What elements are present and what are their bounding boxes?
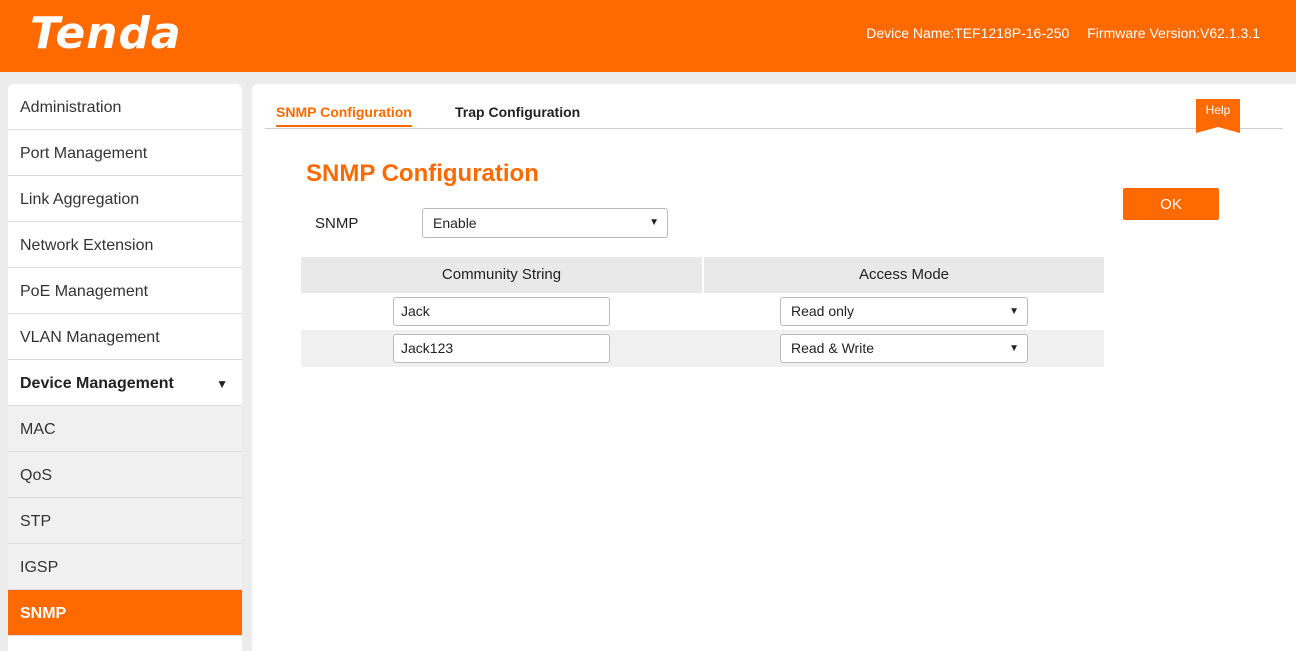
device-info: Device Name:TEF1218P-16-250 Firmware Ver…: [852, 25, 1260, 41]
sidebar-item-label: Device Management: [20, 375, 174, 392]
sidebar-item-snmp[interactable]: SNMP: [8, 590, 242, 636]
community-string-value: Jack: [401, 303, 430, 319]
sidebar-item-label: SNMP: [20, 605, 67, 622]
firmware-version: Firmware Version:V62.1.3.1: [1087, 25, 1260, 41]
tab-snmp-configuration[interactable]: SNMP Configuration: [276, 104, 412, 127]
column-header-access-mode: Access Mode: [858, 266, 950, 283]
community-string-input[interactable]: Jack123: [393, 334, 610, 363]
snmp-label: SNMP: [315, 215, 359, 232]
sidebar-item-network-extension[interactable]: Network Extension: [8, 222, 242, 268]
sidebar-item-label: IGSP: [20, 559, 59, 576]
chevron-down-icon: ▼: [649, 217, 659, 228]
table-header-row: Community String Access Mode: [301, 257, 1104, 293]
sidebar-item-label: Administration: [20, 99, 122, 116]
sidebar-item-label: VLAN Management: [20, 329, 160, 346]
sidebar-item-administration[interactable]: Administration: [8, 84, 242, 130]
section-title: SNMP Configuration: [306, 160, 539, 187]
snmp-select[interactable]: Enable ▼: [422, 208, 668, 238]
community-table: Community String Access Mode Jack Read o…: [301, 257, 1104, 367]
tab-trap-configuration[interactable]: Trap Configuration: [455, 104, 580, 125]
sidebar-item-poe-management[interactable]: PoE Management: [8, 268, 242, 314]
sidebar-item-label: QoS: [20, 467, 53, 484]
sidebar-item-label: MAC: [20, 421, 56, 438]
sidebar-item-device-management[interactable]: Device Management ▼: [8, 360, 242, 406]
sidebar-item-link-aggregation[interactable]: Link Aggregation: [8, 176, 242, 222]
sidebar-item-stp[interactable]: STP: [8, 498, 242, 544]
sidebar-item-label: Network Extension: [20, 237, 154, 254]
triangle-down-icon: ▼: [216, 377, 228, 391]
snmp-select-value: Enable: [433, 215, 477, 231]
sidebar-item-label: STP: [20, 513, 52, 530]
chevron-down-icon: ▼: [1009, 343, 1019, 354]
tenda-logo: Tenda: [30, 8, 182, 59]
device-name: Device Name:TEF1218P-16-250: [866, 25, 1070, 41]
community-string-input[interactable]: Jack: [393, 297, 610, 326]
sidebar-item-port-management[interactable]: Port Management: [8, 130, 242, 176]
ok-button[interactable]: OK: [1123, 188, 1219, 220]
sidebar-item-vlan-management[interactable]: VLAN Management: [8, 314, 242, 360]
sidebar: Administration Port Management Link Aggr…: [8, 84, 242, 651]
community-string-value: Jack123: [401, 340, 454, 356]
help-button[interactable]: Help: [1196, 99, 1240, 133]
help-label: Help: [1205, 103, 1231, 117]
sidebar-item-mac[interactable]: MAC: [8, 406, 242, 452]
access-mode-select[interactable]: Read only ▼: [780, 297, 1028, 326]
sidebar-item-label: Port Management: [20, 145, 148, 162]
access-mode-value: Read only: [791, 303, 855, 319]
sidebar-item-igsp[interactable]: IGSP: [8, 544, 242, 590]
main-panel: SNMP Configuration Trap Configuration He…: [252, 84, 1296, 651]
table-row: Jack Read only ▼: [301, 293, 1104, 330]
sidebar-item-qos[interactable]: QoS: [8, 452, 242, 498]
access-mode-select[interactable]: Read & Write ▼: [780, 334, 1028, 363]
header-bar: Tenda Device Name:TEF1218P-16-250 Firmwa…: [0, 0, 1296, 72]
table-row: Jack123 Read & Write ▼: [301, 330, 1104, 367]
access-mode-value: Read & Write: [791, 340, 874, 356]
sidebar-item-label: PoE Management: [20, 283, 149, 300]
column-header-community-string: Community String: [441, 266, 562, 283]
tab-bar: SNMP Configuration Trap Configuration He…: [265, 99, 1283, 133]
sidebar-item-label: Link Aggregation: [20, 191, 140, 208]
chevron-down-icon: ▼: [1009, 306, 1019, 317]
